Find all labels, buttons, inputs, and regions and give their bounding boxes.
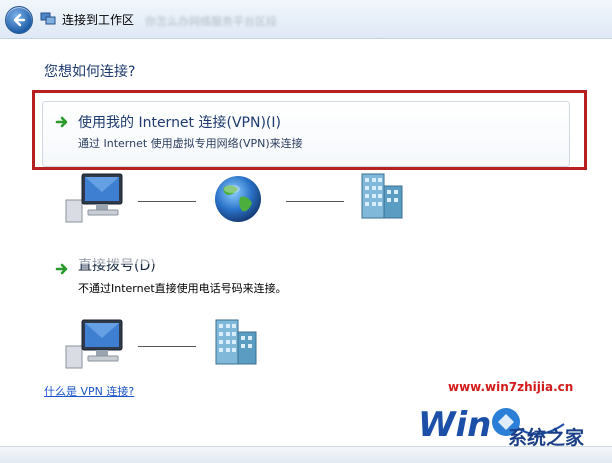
connection-line [286,201,344,202]
page-question: 您想如何连接? [44,64,136,80]
back-arrow-icon [13,13,26,27]
blurred-title-text: 你怎么办网络服务平台区段 [145,15,277,28]
dialup-option-description: 不通过Internet直接使用电话号码来连接。 [78,282,287,295]
green-arrow-icon [55,263,68,275]
building-icon [361,173,403,219]
window-title: 连接到工作区 [62,13,135,27]
watermark-logo-text: Win [418,405,491,445]
building-icon [215,319,257,365]
obscured-overlay [72,252,172,264]
computer-icon [65,319,123,369]
globe-icon [215,176,261,222]
watermark-brand: 系统之家 [508,427,585,449]
title-bar: 连接到工作区 你怎么办网络服务平台区段 [0,0,612,39]
option-highlight-frame [32,90,587,170]
network-icon [40,12,56,25]
back-button[interactable] [5,6,33,34]
connection-line [138,346,196,347]
connection-line [138,201,196,202]
watermark-url: www.win7zhijia.cn [448,380,574,394]
what-is-vpn-link[interactable]: 什么是 VPN 连接? [44,383,134,399]
computer-icon [65,173,123,223]
